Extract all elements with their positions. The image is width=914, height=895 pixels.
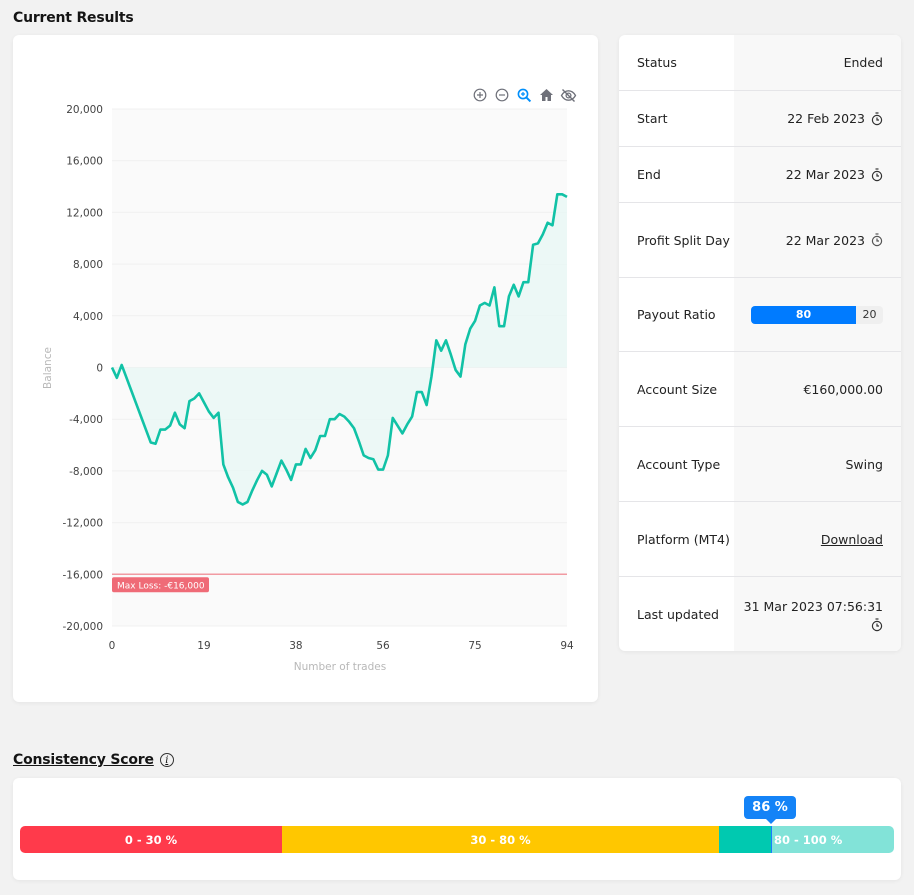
y-tick-label: -16,000 — [62, 569, 103, 581]
current-results-title: Current Results — [13, 10, 134, 26]
last-updated-label: Last updated — [637, 606, 719, 622]
download-link[interactable]: Download — [821, 530, 883, 549]
info-row-profit-split-day: Profit Split Day 22 Mar 2023 — [619, 203, 901, 278]
payout-ratio-label: Payout Ratio — [637, 307, 716, 322]
start-label: Start — [637, 111, 668, 126]
end-date-value: 22 Mar 2023 — [785, 167, 865, 182]
end-label: End — [637, 167, 661, 182]
y-tick-label: 16,000 — [66, 156, 103, 168]
info-row-start: Start 22 Feb 2023 — [619, 91, 901, 147]
y-tick-label: -12,000 — [62, 518, 103, 530]
segment-low: 0 - 30 % — [20, 826, 282, 853]
stopwatch-icon — [871, 167, 883, 181]
info-row-account-size: Account Size €160,000.00 — [619, 352, 901, 427]
account-size-value: €160,000.00 — [803, 381, 883, 397]
last-updated-value: 31 Mar 2023 07:56:31 — [743, 598, 883, 614]
x-tick-label: 56 — [376, 640, 390, 652]
stopwatch-icon — [871, 233, 883, 247]
status-label: Status — [637, 55, 677, 70]
max-loss-label: Max Loss: -€16,000 — [117, 581, 205, 591]
x-tick-label: 0 — [109, 640, 116, 652]
segment-high-filled — [719, 826, 771, 853]
status-badge: Ended — [843, 55, 883, 70]
pan-hide-icon[interactable] — [559, 86, 577, 104]
score-indicator-badge: 86 % — [744, 796, 796, 824]
x-tick-label: 94 — [560, 640, 574, 652]
y-tick-label: 0 — [96, 363, 103, 375]
info-row-platform: Platform (MT4) Download — [619, 502, 901, 577]
stopwatch-icon — [871, 111, 883, 125]
x-tick-label: 75 — [468, 640, 481, 652]
y-tick-label: 20,000 — [66, 104, 103, 116]
y-tick-label: 8,000 — [73, 259, 103, 271]
info-icon[interactable]: i — [159, 753, 174, 767]
y-tick-label: 4,000 — [73, 311, 103, 323]
stopwatch-icon — [871, 617, 883, 631]
info-row-account-type: Account Type Swing — [619, 427, 901, 502]
balance-chart-card: Max Loss: -€16,000 20,000 16,000 12,000 8,0… — [13, 35, 598, 702]
x-axis-title: Number of trades — [294, 661, 386, 673]
home-reset-icon[interactable] — [537, 86, 555, 104]
profit-split-day-value: 22 Mar 2023 — [785, 232, 865, 248]
y-axis-title: Balance — [42, 347, 54, 389]
zoom-in-icon[interactable] — [471, 86, 489, 104]
info-row-last-updated: Last updated 31 Mar 2023 07:56:31 — [619, 577, 901, 651]
payout-ratio-trader-share: 80 — [751, 305, 856, 324]
consistency-score-title[interactable]: Consistency Score i — [13, 752, 174, 768]
payout-ratio-bar: 80 20 — [751, 305, 883, 324]
y-tick-label: -20,000 — [62, 621, 103, 633]
segment-high: 80 - 100 % — [771, 826, 894, 853]
status-value: Ended — [734, 53, 901, 72]
selection-zoom-icon[interactable] — [515, 86, 533, 104]
y-tick-label: -4,000 — [69, 414, 103, 426]
account-type-label: Account Type — [637, 456, 721, 472]
info-row-end: End 22 Mar 2023 — [619, 147, 901, 203]
account-info-table: Status Ended Start 22 Feb 2023 End 22 Ma… — [619, 35, 901, 651]
info-row-payout-ratio: Payout Ratio 80 20 — [619, 278, 901, 352]
y-tick-label: 12,000 — [66, 207, 103, 219]
start-date-value: 22 Feb 2023 — [787, 111, 865, 126]
platform-label: Platform (MT4) — [637, 531, 730, 547]
consistency-score-bar: 0 - 30 % 30 - 80 % 80 - 100 % — [20, 826, 894, 853]
x-tick-label: 38 — [289, 640, 302, 652]
profit-split-day-label: Profit Split Day — [637, 232, 730, 248]
x-tick-label: 19 — [197, 640, 210, 652]
account-size-label: Account Size — [637, 381, 718, 397]
chart-toolbar — [471, 86, 577, 104]
consistency-score-card: 86 % 0 - 30 % 30 - 80 % 80 - 100 % — [13, 778, 901, 880]
consistency-score-label: Consistency Score — [13, 752, 154, 768]
segment-medium: 30 - 80 % — [282, 826, 719, 853]
score-marker — [771, 826, 772, 853]
balance-chart: Max Loss: -€16,000 20,000 16,000 12,000 8,0… — [42, 104, 574, 673]
info-row-status: Status Ended — [619, 35, 901, 91]
y-tick-label: -8,000 — [69, 466, 103, 478]
payout-ratio-firm-share: 20 — [862, 308, 877, 321]
zoom-out-icon[interactable] — [493, 86, 511, 104]
account-type-value: Swing — [845, 456, 884, 472]
